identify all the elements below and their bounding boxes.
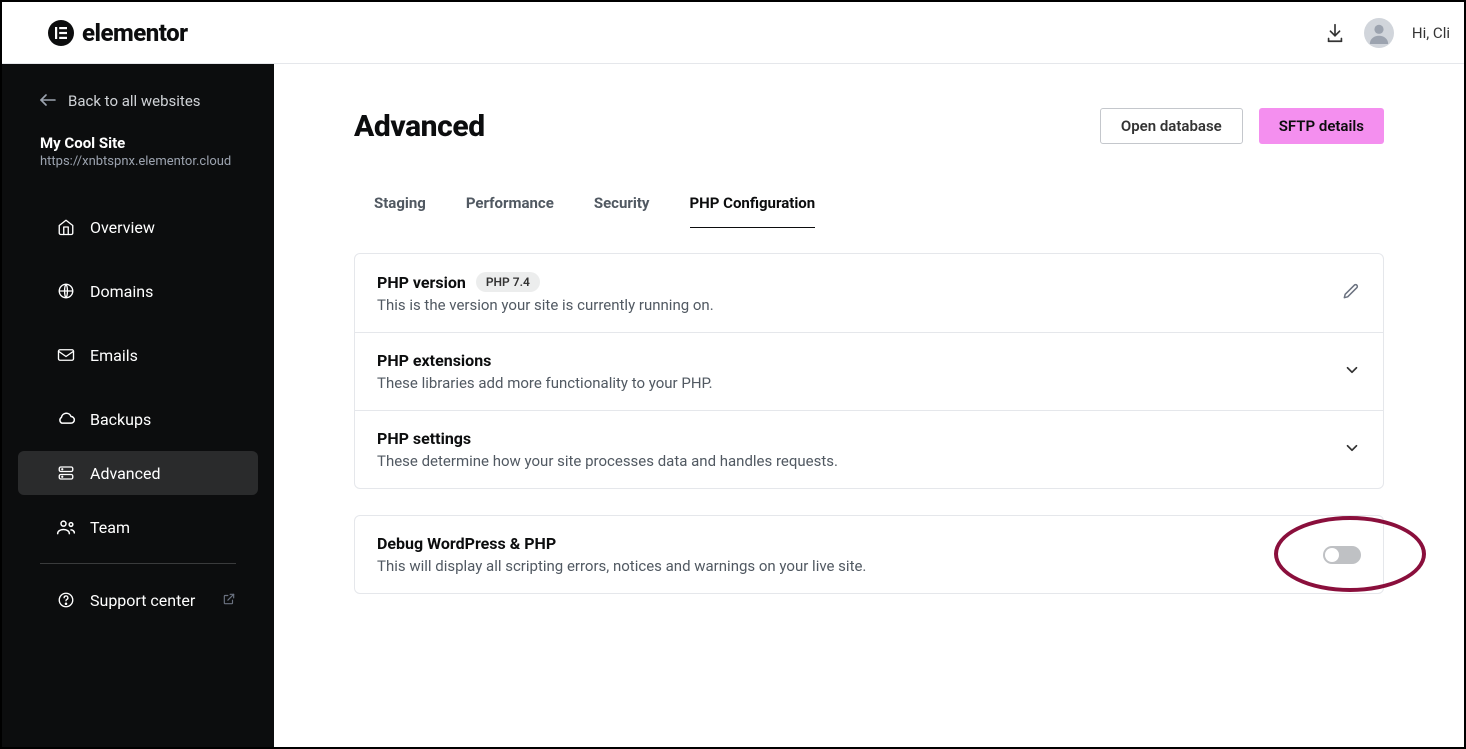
php-settings-desc: These determine how your site processes …	[377, 452, 1323, 470]
mail-icon	[56, 347, 76, 363]
php-version-badge: PHP 7.4	[476, 272, 540, 292]
avatar[interactable]	[1364, 18, 1394, 48]
arrow-left-icon	[40, 92, 56, 110]
site-url: https://xnbtspnx.elementor.cloud	[40, 154, 236, 169]
sidebar-item-team[interactable]: Team	[2, 495, 274, 559]
sidebar-nav: Overview Domains Emails	[2, 195, 274, 632]
brand-name: elementor	[82, 19, 188, 47]
expand-php-extensions[interactable]	[1323, 361, 1361, 383]
php-version-title: PHP version	[377, 273, 466, 292]
php-extensions-title: PHP extensions	[377, 351, 491, 370]
chevron-down-icon	[1343, 442, 1361, 461]
advanced-icon	[56, 464, 76, 482]
chevron-down-icon	[1343, 364, 1361, 383]
debug-desc: This will display all scripting errors, …	[377, 557, 1303, 575]
team-icon	[56, 518, 76, 536]
sidebar-item-overview[interactable]: Overview	[2, 195, 274, 259]
edit-php-version-button[interactable]	[1321, 281, 1361, 305]
site-name: My Cool Site	[40, 134, 236, 152]
debug-title: Debug WordPress & PHP	[377, 534, 556, 553]
topbar: elementor Hi, Cli	[2, 2, 1464, 64]
debug-panel-group: Debug WordPress & PHP This will display …	[354, 515, 1384, 594]
tab-performance[interactable]: Performance	[466, 188, 554, 228]
tabs: Staging Performance Security PHP Configu…	[354, 188, 1384, 229]
php-version-panel: PHP version PHP 7.4 This is the version …	[355, 254, 1383, 332]
sidebar-item-emails[interactable]: Emails	[2, 323, 274, 387]
php-panel-group: PHP version PHP 7.4 This is the version …	[354, 253, 1384, 489]
content-header: Advanced Open database SFTP details	[354, 108, 1384, 144]
tab-staging[interactable]: Staging	[374, 188, 426, 228]
expand-php-settings[interactable]	[1323, 439, 1361, 461]
sidebar: Back to all websites My Cool Site https:…	[2, 64, 274, 747]
brand-mark-icon	[48, 20, 74, 46]
php-settings-panel[interactable]: PHP settings These determine how your si…	[355, 410, 1383, 488]
globe-icon	[56, 282, 76, 300]
brand-logo[interactable]: elementor	[48, 19, 188, 47]
sidebar-item-label: Domains	[90, 282, 153, 301]
back-to-websites-link[interactable]: Back to all websites	[2, 92, 274, 134]
sidebar-separator	[40, 563, 236, 564]
sidebar-item-backups[interactable]: Backups	[2, 387, 274, 451]
pencil-icon	[1341, 286, 1361, 305]
php-version-desc: This is the version your site is current…	[377, 296, 1321, 314]
sidebar-item-advanced[interactable]: Advanced	[18, 451, 258, 495]
sidebar-item-label: Advanced	[90, 464, 161, 483]
sidebar-item-label: Emails	[90, 346, 138, 365]
sidebar-item-label: Backups	[90, 410, 151, 429]
home-icon	[56, 218, 76, 236]
cloud-icon	[56, 411, 76, 427]
main-content: Advanced Open database SFTP details Stag…	[274, 64, 1464, 747]
debug-panel: Debug WordPress & PHP This will display …	[355, 516, 1383, 593]
topbar-actions: Hi, Cli	[1324, 18, 1450, 48]
php-settings-title: PHP settings	[377, 429, 471, 448]
sidebar-item-support[interactable]: Support center	[2, 568, 274, 632]
greeting-text: Hi, Cli	[1412, 24, 1450, 42]
sidebar-item-label: Overview	[90, 218, 155, 237]
sftp-details-button[interactable]: SFTP details	[1259, 108, 1384, 144]
php-extensions-panel[interactable]: PHP extensions These libraries add more …	[355, 332, 1383, 410]
page-title: Advanced	[354, 109, 485, 144]
sidebar-item-label: Support center	[90, 591, 195, 610]
php-extensions-desc: These libraries add more functionality t…	[377, 374, 1323, 392]
sidebar-item-label: Team	[90, 518, 130, 537]
open-database-button[interactable]: Open database	[1100, 108, 1243, 144]
download-icon[interactable]	[1324, 22, 1346, 44]
sidebar-item-domains[interactable]: Domains	[2, 259, 274, 323]
tab-security[interactable]: Security	[594, 188, 650, 228]
back-link-label: Back to all websites	[68, 92, 201, 110]
tab-php-configuration[interactable]: PHP Configuration	[690, 188, 816, 228]
site-block: My Cool Site https://xnbtspnx.elementor.…	[2, 134, 274, 195]
debug-toggle[interactable]	[1323, 546, 1361, 564]
external-link-icon	[222, 591, 236, 610]
help-icon	[56, 591, 76, 609]
